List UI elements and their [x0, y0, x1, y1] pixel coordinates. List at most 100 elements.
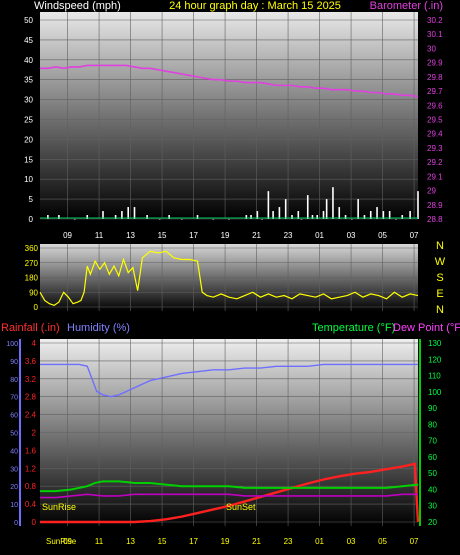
- humidity-tick-label: 70: [10, 395, 18, 402]
- wind-bar: [284, 199, 287, 219]
- temp-tick-label: 60: [428, 453, 437, 462]
- rain-tick-label: 0: [32, 518, 37, 527]
- direction-axis-ticks: 0 90 180 270 360: [25, 244, 39, 312]
- temp-tick-label: 20: [428, 518, 437, 527]
- wind-tick-label: 0: [29, 215, 34, 224]
- humidity-tick-label: 100: [6, 341, 18, 348]
- baro-tick-label: 29.6: [427, 101, 443, 110]
- wind-axis-ticks: 0 5 10 15 20 25 30 35 40 45 50: [24, 16, 33, 224]
- x-tick-label: 17: [189, 537, 198, 546]
- baro-tick-label: 30.2: [427, 16, 443, 25]
- sunset-annotation: SunSet: [226, 502, 256, 512]
- baro-tick-label: 29.2: [427, 158, 443, 167]
- compass-label: W: [435, 256, 446, 268]
- x-tick-label: 01: [315, 231, 324, 240]
- baro-tick-label: 29.4: [427, 130, 443, 139]
- sunrise-bottom-label: SunRise: [46, 537, 77, 546]
- temp-tick-label: 40: [428, 485, 437, 494]
- rain-tick-label: 2: [32, 429, 37, 438]
- sunrise-annotation: SunRise: [42, 502, 76, 512]
- wind-tick-label: 35: [24, 76, 33, 85]
- x-tick-label: 03: [347, 231, 356, 240]
- dir-tick-label: 270: [25, 259, 39, 268]
- wind-bar: [306, 195, 309, 219]
- humidity-tick-label: 10: [10, 502, 18, 509]
- baro-tick-label: 28.9: [427, 201, 443, 210]
- x-tick-label: 05: [378, 231, 387, 240]
- x-tick-label: 17: [189, 231, 198, 240]
- baro-tick-label: 28.8: [427, 215, 443, 224]
- baro-tick-label: 30: [427, 44, 436, 53]
- wind-bar: [332, 187, 334, 219]
- wind-bar: [338, 207, 341, 219]
- wind-bar: [395, 219, 397, 220]
- baro-tick-label: 29.8: [427, 73, 443, 82]
- x-tick-label: 09: [63, 537, 72, 546]
- wind-tick-label: 45: [24, 36, 33, 45]
- rain-tick-label: 1.6: [25, 446, 37, 455]
- x-tick-label: 03: [347, 537, 356, 546]
- x-tick-label: 15: [158, 537, 167, 546]
- x-tick-label: 21: [252, 537, 261, 546]
- temp-tick-label: 90: [428, 404, 437, 413]
- humidity-tick-label: 30: [10, 466, 18, 473]
- wind-bar: [357, 199, 359, 219]
- baro-axis-title: Barometer (.in): [370, 0, 443, 12]
- temp-tick-label: 70: [428, 437, 437, 446]
- compass-label: N: [436, 240, 444, 252]
- temp-tick-label: 50: [428, 469, 437, 478]
- chart-title: 24 hour graph day : March 15 2025: [169, 0, 341, 12]
- x-tick-label: 13: [126, 231, 135, 240]
- compass-label: N: [436, 304, 444, 316]
- compass-labels: NWSEN: [435, 240, 446, 316]
- wind-tick-label: 50: [24, 16, 33, 25]
- humidity-tick-label: 50: [10, 431, 18, 438]
- baro-tick-label: 29.3: [427, 144, 443, 153]
- rain-tick-label: 0.4: [25, 500, 37, 509]
- baro-tick-label: 29.9: [427, 59, 443, 68]
- temp-axis-ticks: 20 30 40 50 60 70 80 90 100 110 120 130: [419, 339, 442, 527]
- wind-bar: [267, 191, 270, 219]
- wind-bar: [376, 207, 378, 219]
- wind-bar: [300, 219, 303, 220]
- baro-tick-label: 30.1: [427, 30, 443, 39]
- rain-axis-ticks: 0 0.4 0.8 1.2 1.6 2 2.4 2.8 3.2 3.6 4: [25, 339, 37, 527]
- humidity-axis-ticks: 0 10 20 30 40 50 60 70 80 90 100: [6, 339, 21, 527]
- temp-tick-label: 120: [428, 355, 442, 364]
- x-tick-label: 13: [126, 537, 135, 546]
- rain-tick-label: 2.4: [25, 411, 37, 420]
- humidity-axis-title: Humidity (%): [67, 322, 130, 334]
- humidity-tick-label: 90: [10, 359, 18, 366]
- humidity-tick-label: 20: [10, 484, 18, 491]
- x-tick-label: 07: [410, 231, 419, 240]
- rain-tick-label: 1.2: [25, 464, 37, 473]
- baro-tick-label: 29: [427, 187, 436, 196]
- rain-tick-label: 0.8: [25, 482, 37, 491]
- wind-tick-label: 40: [24, 56, 33, 65]
- x-tick-label: 09: [63, 231, 72, 240]
- x-tick-label: 07: [410, 537, 419, 546]
- compass-label: S: [436, 272, 443, 284]
- wind-bar: [127, 207, 129, 219]
- rain-tick-label: 3.6: [25, 357, 37, 366]
- dew-axis-title: Dew Point (°F): [393, 322, 460, 334]
- compass-label: E: [436, 288, 443, 300]
- x-tick-label: 19: [221, 231, 230, 240]
- wind-tick-label: 10: [24, 175, 33, 184]
- baro-axis-ticks: 28.8 28.9 29 29.1 29.2 29.3 29.4 29.5 29.6 29.7 29…: [427, 16, 443, 224]
- wind-tick-label: 20: [24, 135, 33, 144]
- baro-tick-label: 29.5: [427, 116, 443, 125]
- wind-bar: [133, 207, 136, 219]
- dir-tick-label: 180: [25, 274, 39, 283]
- humidity-tick-label: 80: [10, 377, 18, 384]
- x-tick-label: 19: [221, 537, 230, 546]
- humidity-tick-label: 0: [14, 520, 18, 527]
- baro-tick-label: 29.7: [427, 87, 443, 96]
- weather-chart: Windspeed (mph) 24 hour graph day : Marc…: [1, 0, 460, 546]
- temp-tick-label: 30: [428, 502, 437, 511]
- wind-bar: [417, 191, 419, 219]
- humidity-tick-label: 40: [10, 448, 18, 455]
- x-axis-ticks-bottom: SunRise09 11 13 15 17 19 21 23 01 03 05 07: [46, 537, 419, 546]
- wind-tick-label: 30: [24, 96, 33, 105]
- x-tick-label: 23: [284, 537, 293, 546]
